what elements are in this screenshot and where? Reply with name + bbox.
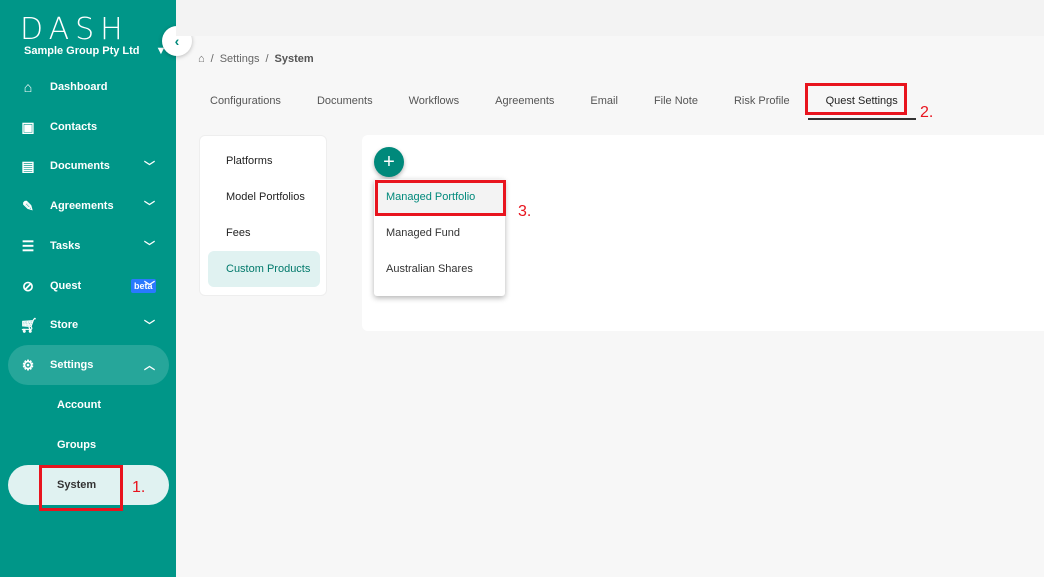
add-button[interactable]: + — [374, 147, 404, 177]
chevron-down-icon: ﹀ — [144, 201, 155, 213]
compass-icon: ⊘ — [22, 277, 34, 294]
chevron-down-icon: ﹀ — [144, 320, 155, 332]
nav-quest[interactable]: ⊘ Quest beta ﹀ — [8, 266, 169, 306]
separator: / — [210, 53, 214, 65]
breadcrumb-settings[interactable]: Settings — [220, 53, 260, 65]
annotation-box-1 — [39, 465, 123, 511]
contact-icon: ▣ — [21, 118, 35, 135]
tab-agreements[interactable]: Agreements — [477, 94, 572, 120]
annotation-box-2 — [805, 83, 907, 115]
quest-settings-menu: Platforms Model Portfolios Fees Custom P… — [199, 135, 327, 296]
nav-groups[interactable]: Groups — [8, 425, 169, 465]
menu-item-managed-fund[interactable]: Managed Fund — [374, 215, 505, 251]
nav-documents[interactable]: ▤ Documents ﹀ — [8, 146, 169, 186]
nav-dashboard[interactable]: ⌂ Dashboard — [8, 67, 169, 107]
menu-model-portfolios[interactable]: Model Portfolios — [208, 179, 320, 215]
documents-icon: ▤ — [21, 157, 35, 174]
nav-account[interactable]: Account — [8, 385, 169, 425]
nav-label: Store — [50, 319, 79, 331]
tab-file-note[interactable]: File Note — [636, 94, 716, 120]
home-icon: ⌂ — [23, 79, 33, 95]
nav-label: Quest — [50, 280, 82, 292]
pen-icon: ✎ — [22, 197, 34, 214]
nav-contacts[interactable]: ▣ Contacts — [8, 107, 169, 147]
nav-store[interactable]: 🛒︎ Store ﹀ — [8, 305, 169, 345]
tab-documents[interactable]: Documents — [299, 94, 391, 120]
tasks-icon: ☰ — [21, 237, 35, 254]
nav-settings[interactable]: ⚙ Settings ︿ — [8, 345, 169, 385]
annotation-step-2: 2. — [920, 104, 934, 121]
plus-icon: + — [383, 150, 395, 173]
chevron-down-icon: ﹀ — [144, 281, 155, 293]
nav-label: Tasks — [50, 240, 81, 252]
chevron-down-icon: ﹀ — [144, 241, 155, 253]
nav-tasks[interactable]: ☰ Tasks ﹀ — [8, 226, 169, 266]
breadcrumb-current: System — [274, 53, 314, 65]
menu-fees[interactable]: Fees — [208, 215, 320, 251]
chevron-up-icon: ︿ — [144, 360, 155, 372]
separator: / — [265, 53, 269, 65]
tab-workflows[interactable]: Workflows — [391, 94, 478, 120]
nav-label: Agreements — [50, 200, 114, 212]
chevron-down-icon: ﹀ — [144, 161, 155, 173]
tab-email[interactable]: Email — [572, 94, 636, 120]
nav-label: Settings — [50, 359, 94, 371]
gear-icon: ⚙ — [21, 356, 35, 373]
tab-configurations[interactable]: Configurations — [192, 94, 299, 120]
annotation-step-3: 3. — [518, 203, 532, 220]
org-selector[interactable]: Sample Group Pty Ltd ▼ — [24, 45, 166, 57]
menu-platforms[interactable]: Platforms — [208, 143, 320, 179]
annotation-step-1: 1. — [132, 479, 146, 496]
org-name: Sample Group Pty Ltd — [24, 45, 140, 57]
logo: DASH — [20, 12, 129, 47]
home-icon[interactable]: ⌂ — [198, 53, 205, 65]
tab-risk-profile[interactable]: Risk Profile — [716, 94, 808, 120]
menu-custom-products[interactable]: Custom Products — [208, 251, 320, 287]
cart-icon: 🛒︎ — [20, 316, 38, 333]
nav-label: Documents — [50, 160, 110, 172]
nav-label: Dashboard — [50, 81, 108, 93]
annotation-box-3 — [375, 180, 506, 216]
nav-label: Contacts — [50, 121, 98, 133]
top-bar — [176, 0, 1044, 36]
nav-agreements[interactable]: ✎ Agreements ﹀ — [8, 186, 169, 226]
breadcrumb: ⌂ / Settings / System — [198, 53, 314, 65]
menu-item-australian-shares[interactable]: Australian Shares — [374, 251, 505, 287]
